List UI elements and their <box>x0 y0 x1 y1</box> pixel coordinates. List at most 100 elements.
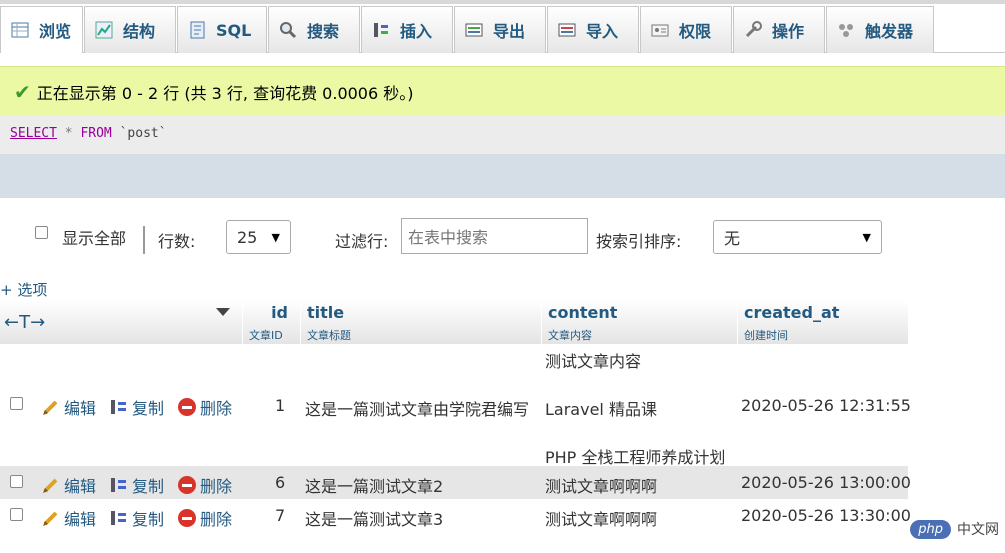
search-icon <box>279 21 297 39</box>
column-comment: 文章标题 <box>307 329 351 342</box>
chevron-down-icon: ▼ <box>271 230 280 244</box>
table-row: 编辑 复制 删除 1 这是一篇测试文章由学院君编写 测试文章内容 Laravel… <box>0 344 911 467</box>
row-checkbox[interactable] <box>10 397 23 410</box>
tab-label: 导入 <box>586 22 619 41</box>
check-icon: ✔ <box>14 79 31 104</box>
show-all-checkbox[interactable] <box>35 226 48 239</box>
column-name: created_at <box>744 303 840 322</box>
delete-label: 删除 <box>200 399 233 418</box>
options-link[interactable]: + 选项 <box>0 279 47 300</box>
tab-operations[interactable]: 操作 <box>733 6 825 53</box>
delete-button[interactable]: 删除 <box>178 473 232 497</box>
rows-select-value: 25 <box>237 227 258 247</box>
cell-created-at: 2020-05-26 13:00:00 <box>741 473 911 492</box>
watermark: php 中文网 <box>910 519 999 539</box>
column-comment: 文章内容 <box>548 329 592 342</box>
cell-content-line: 测试文章内容 <box>545 352 642 371</box>
privileges-icon <box>651 21 669 39</box>
tab-search[interactable]: 搜索 <box>268 6 360 53</box>
cell-id: 1 <box>275 396 286 415</box>
sql-star: * <box>64 126 73 141</box>
rows-label: 行数: <box>158 232 196 251</box>
copy-button[interactable]: 复制 <box>110 395 164 419</box>
tab-import[interactable]: 导入 <box>547 6 639 53</box>
tab-structure[interactable]: 结构 <box>84 6 176 53</box>
column-header-title[interactable]: title 文章标题 <box>300 300 541 344</box>
delete-icon <box>178 509 196 527</box>
edit-button[interactable]: 编辑 <box>42 506 96 530</box>
column-visibility-control[interactable]: ←T→ <box>4 312 45 333</box>
tab-sql[interactable]: SQL <box>177 6 267 53</box>
php-logo: php <box>910 519 951 539</box>
cell-created-at: 2020-05-26 12:31:55 <box>741 396 911 415</box>
tab-label: 操作 <box>772 22 805 41</box>
cell-title: 这是一篇测试文章2 <box>305 477 444 496</box>
success-text: 正在显示第 0 - 2 行 (共 3 行, 查询花费 0.0006 秒。) <box>36 83 414 103</box>
tab-export[interactable]: 导出 <box>454 6 546 53</box>
cell-content-line: 测试文章啊啊啊 <box>545 510 658 529</box>
sort-select[interactable]: 无 ▼ <box>713 220 882 254</box>
cell-content-line: 测试文章啊啊啊 <box>545 477 658 496</box>
tab-insert[interactable]: 插入 <box>361 6 453 53</box>
tab-label: 导出 <box>493 22 526 41</box>
edit-label: 编辑 <box>64 510 97 529</box>
success-message: ✔ 正在显示第 0 - 2 行 (共 3 行, 查询花费 0.0006 秒。) <box>0 66 1005 116</box>
cell-id: 6 <box>275 473 286 492</box>
column-header-content[interactable]: content 文章内容 <box>541 300 737 344</box>
cell-title: 这是一篇测试文章由学院君编写 <box>305 400 530 419</box>
sql-table-name: `post` <box>119 126 167 141</box>
delete-label: 删除 <box>200 477 233 496</box>
copy-label: 复制 <box>132 477 165 496</box>
show-all-label: 显示全部 <box>62 229 127 248</box>
import-icon <box>558 21 576 39</box>
copy-icon <box>110 398 128 416</box>
edit-button[interactable]: 编辑 <box>42 473 96 497</box>
tab-privileges[interactable]: 权限 <box>640 6 732 53</box>
divider <box>143 226 145 254</box>
cell-created-at: 2020-05-26 13:30:00 <box>741 506 911 525</box>
insert-icon <box>372 21 390 39</box>
chevron-down-icon: ▼ <box>862 230 871 244</box>
rows-select[interactable]: 25 ▼ <box>226 220 291 254</box>
sql-select-keyword[interactable]: SELECT <box>10 126 57 141</box>
tab-label: 搜索 <box>307 22 340 41</box>
tab-label: 权限 <box>679 22 712 41</box>
delete-button[interactable]: 删除 <box>178 506 232 530</box>
pencil-icon <box>42 476 60 494</box>
delete-button[interactable]: 删除 <box>178 395 232 419</box>
column-comment: 创建时间 <box>744 329 788 342</box>
tab-label: SQL <box>216 20 252 40</box>
copy-button[interactable]: 复制 <box>110 506 164 530</box>
wrench-icon <box>744 21 762 39</box>
copy-button[interactable]: 复制 <box>110 473 164 497</box>
tab-triggers[interactable]: 触发器 <box>826 6 934 53</box>
sort-dropdown-icon[interactable] <box>216 308 230 316</box>
tab-bar: 浏览 结构 SQL 搜索 插入 导出 导入 权限 操作 触发器 <box>0 0 1005 53</box>
navigation-row: 显示全部 行数: 25 ▼ 过滤行: 在表中搜索 按索引排序: 无 ▼ <box>0 214 1005 260</box>
sql-icon <box>188 21 206 39</box>
sort-label: 按索引排序: <box>596 232 682 251</box>
sort-select-value: 无 <box>724 229 741 248</box>
row-checkbox[interactable] <box>10 508 23 521</box>
edit-button[interactable]: 编辑 <box>42 395 96 419</box>
table-row: 编辑 复制 删除 7 这是一篇测试文章3 测试文章啊啊啊 2020-05-26 … <box>0 499 911 532</box>
pencil-icon <box>42 509 60 527</box>
filter-placeholder: 在表中搜索 <box>408 228 489 247</box>
query-toolbar-strip <box>0 154 1005 198</box>
copy-label: 复制 <box>132 510 165 529</box>
tab-label: 结构 <box>123 22 156 41</box>
column-header-created-at[interactable]: created_at 创建时间 <box>737 300 908 344</box>
filter-input[interactable]: 在表中搜索 <box>401 218 588 254</box>
column-header-id[interactable]: id 文章ID <box>242 300 300 344</box>
browse-icon <box>11 21 29 39</box>
sql-query: SELECT * FROM `post` <box>0 116 1005 154</box>
row-checkbox[interactable] <box>10 475 23 488</box>
triggers-icon <box>837 21 855 39</box>
sql-from-keyword: FROM <box>80 126 112 141</box>
watermark-text: 中文网 <box>957 522 999 538</box>
column-name: id <box>271 303 288 322</box>
delete-icon <box>178 476 196 494</box>
tab-browse[interactable]: 浏览 <box>0 6 83 53</box>
copy-icon <box>110 509 128 527</box>
structure-icon <box>95 21 113 39</box>
